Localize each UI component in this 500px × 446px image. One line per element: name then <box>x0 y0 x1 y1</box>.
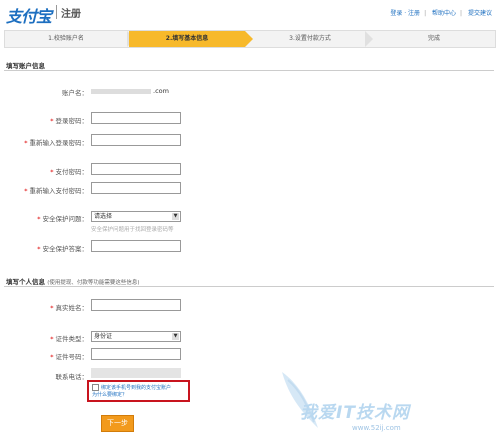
section-divider <box>4 70 494 71</box>
step-3: 3.设置付款方式 <box>289 35 331 42</box>
id-type-select[interactable]: 身份证 ▼ <box>91 331 181 342</box>
page-subtitle: 注册 <box>61 9 81 20</box>
section-divider <box>4 286 494 287</box>
id-type-label: * 证件类型： <box>50 335 88 343</box>
step-arrow <box>245 31 253 47</box>
real-name-input[interactable] <box>91 299 181 311</box>
personal-section-title: 填写个人信息 (使用提现、付款等功能需要这些信息) <box>6 278 140 286</box>
security-question-select[interactable]: 请选择 ▼ <box>91 211 181 222</box>
bind-phone-checkbox[interactable] <box>92 384 99 391</box>
step-arrow <box>365 31 373 47</box>
chevron-down-icon: ▼ <box>172 333 179 340</box>
security-question-label: * 安全保护问题： <box>37 215 88 223</box>
security-question-hint: 安全保护问题用于找回登录密码等 <box>91 227 174 233</box>
real-name-label: * 真实姓名： <box>50 304 88 312</box>
account-suffix: .com <box>153 87 169 95</box>
watermark-url: www.52ij.com <box>352 424 401 432</box>
progress-steps: 1.校验账户名 2.填写基本信息 3.设置付款方式 完成 <box>4 30 496 48</box>
bind-phone-text: 绑定该手机号到我的支付宝账户 <box>101 385 172 391</box>
logo-divider <box>56 5 57 19</box>
login-password-confirm-input[interactable] <box>91 134 181 146</box>
bind-phone-notice: 绑定该手机号到我的支付宝账户 为什么要绑定？ <box>87 380 190 402</box>
phone-input-redacted[interactable] <box>91 368 181 378</box>
alipay-logo: 支付宝 <box>6 7 52 26</box>
account-label: 账户名： <box>62 89 88 97</box>
step-1: 1.校验账户名 <box>48 35 84 42</box>
id-number-label: * 证件号码： <box>50 353 88 361</box>
account-name-redacted <box>91 89 151 94</box>
help-center-link[interactable]: 帮助中心 <box>432 10 456 17</box>
step-2-active: 2.填写基本信息 <box>129 31 245 47</box>
step-4: 完成 <box>427 35 440 42</box>
pay-password-confirm-label: * 重新输入支付密码： <box>24 187 88 195</box>
login-password-confirm-label: * 重新输入登录密码： <box>24 139 88 147</box>
security-answer-input[interactable] <box>91 240 181 252</box>
phone-label: 联系电话： <box>55 373 89 381</box>
login-password-input[interactable] <box>91 112 181 124</box>
pay-password-input[interactable] <box>91 163 181 175</box>
next-step-button[interactable]: 下一步 <box>101 415 134 432</box>
why-bind-link[interactable]: 为什么要绑定？ <box>92 392 127 398</box>
login-register-link[interactable]: 登录 · 注册 <box>390 10 420 17</box>
login-password-label: * 登录密码： <box>50 117 88 125</box>
id-type-value: 身份证 <box>94 333 113 340</box>
pay-password-label: * 支付密码： <box>50 168 88 176</box>
watermark-text: 我爱IT技术网 <box>300 403 410 423</box>
security-question-value: 请选择 <box>94 213 113 220</box>
id-number-input[interactable] <box>91 348 181 360</box>
security-answer-label: * 安全保护答案： <box>37 245 88 253</box>
pay-password-confirm-input[interactable] <box>91 182 181 194</box>
chevron-down-icon: ▼ <box>172 213 179 220</box>
account-section-title: 填写账户信息 <box>6 62 45 70</box>
feedback-link[interactable]: 提交建议 <box>468 10 492 17</box>
top-links: 登录 · 注册 | 帮助中心 | 提交建议 <box>390 10 492 17</box>
